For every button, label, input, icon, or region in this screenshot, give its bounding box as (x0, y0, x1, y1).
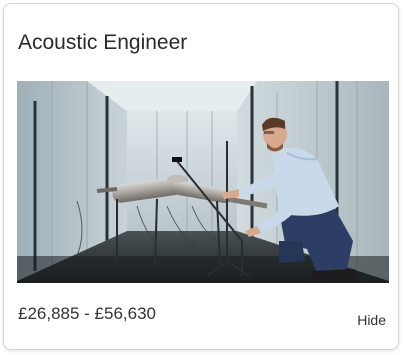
job-title[interactable]: Acoustic Engineer (18, 31, 187, 55)
job-photo (17, 81, 389, 283)
salary-range: £26,885 - £56,630 (18, 304, 157, 323)
job-card[interactable]: Acoustic Engineer £26,885 - £56,630 Hide (3, 3, 399, 350)
hide-button[interactable]: Hide (357, 312, 386, 328)
